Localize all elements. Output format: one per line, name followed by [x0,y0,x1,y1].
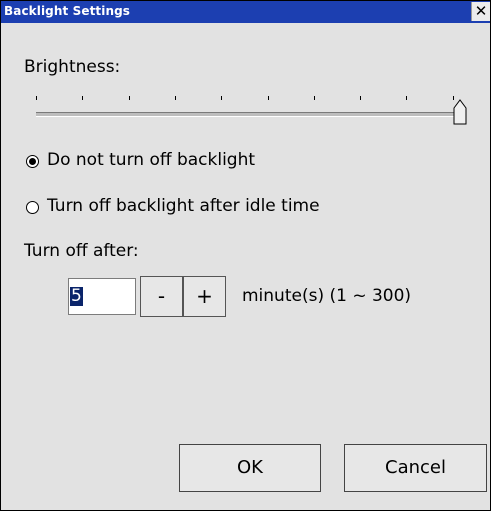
slider-tick [221,96,223,100]
slider-tick [406,96,408,100]
backlight-settings-dialog: Backlight Settings ✕ Brightness: Do not … [0,0,491,511]
title-bar[interactable]: Backlight Settings ✕ [1,1,490,23]
decrement-button[interactable]: - [140,276,183,317]
cancel-button[interactable]: Cancel [344,444,487,492]
slider-track[interactable] [36,112,461,117]
brightness-slider[interactable] [33,93,473,133]
window-title: Backlight Settings [4,4,131,18]
ok-button[interactable]: OK [179,444,321,492]
radio-turn-off-idle[interactable] [26,201,39,214]
minutes-value[interactable]: 5 [70,287,83,306]
turn-off-after-label: Turn off after: [24,241,139,261]
option-no-turn-off-label[interactable]: Do not turn off backlight [47,150,255,170]
minutes-range-label: minute(s) (1 ~ 300) [242,286,412,306]
slider-tick [174,96,176,100]
slider-thumb[interactable] [453,99,467,126]
radio-no-turn-off[interactable] [26,155,39,168]
slider-tick [360,96,362,100]
brightness-label: Brightness: [24,57,121,77]
close-icon: ✕ [474,2,488,20]
option-turn-off-idle-label[interactable]: Turn off backlight after idle time [47,196,320,216]
slider-tick [267,96,269,100]
increment-button[interactable]: + [183,276,226,317]
slider-tick [36,96,37,100]
slider-tick [128,96,130,100]
slider-tick [82,96,84,100]
close-button[interactable]: ✕ [471,2,490,21]
slider-tick [313,96,315,100]
minutes-input[interactable]: 5 [68,278,136,315]
